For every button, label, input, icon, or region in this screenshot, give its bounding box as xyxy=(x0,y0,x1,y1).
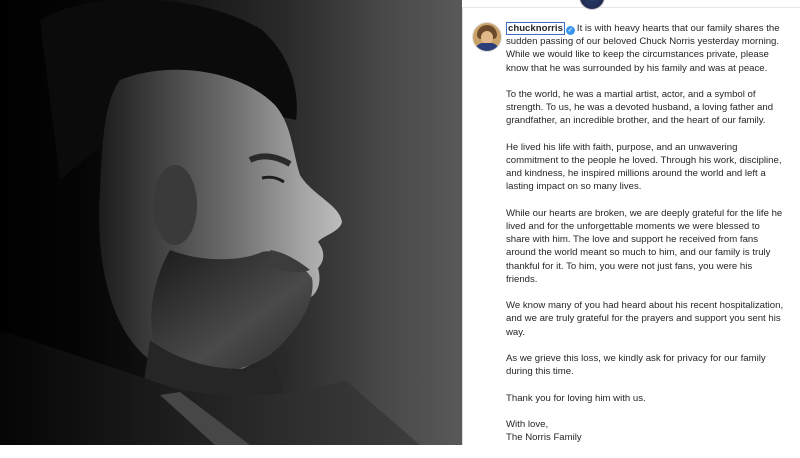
caption-paragraph: As we grieve this loss, we kindly ask fo… xyxy=(506,353,766,378)
username-link[interactable]: chucknorris xyxy=(506,22,565,35)
verified-badge-icon: ✓ xyxy=(565,26,575,35)
portrait-image xyxy=(0,0,420,445)
caption-paragraph: chucknorris ✓ It is with heavy hearts that… xyxy=(506,22,786,75)
caption-paragraph: To the world, he was a martial artist, a… xyxy=(506,89,774,127)
caption-paragraph: Thank you for loving him with us. xyxy=(506,392,646,404)
post-caption: chucknorris ✓ It is with heavy hearts that… xyxy=(506,22,786,458)
caption-paragraph: While our hearts are broken, we are deep… xyxy=(506,207,783,285)
caption-signoff: With love, The Norris Family xyxy=(506,418,582,444)
post-photo xyxy=(0,0,462,445)
panel-top-edge xyxy=(462,0,800,8)
caption-paragraph: We know many of you had heard about his … xyxy=(506,300,784,338)
avatar[interactable] xyxy=(472,22,502,52)
caption-paragraph: He lived his life with faith, purpose, a… xyxy=(506,141,782,193)
